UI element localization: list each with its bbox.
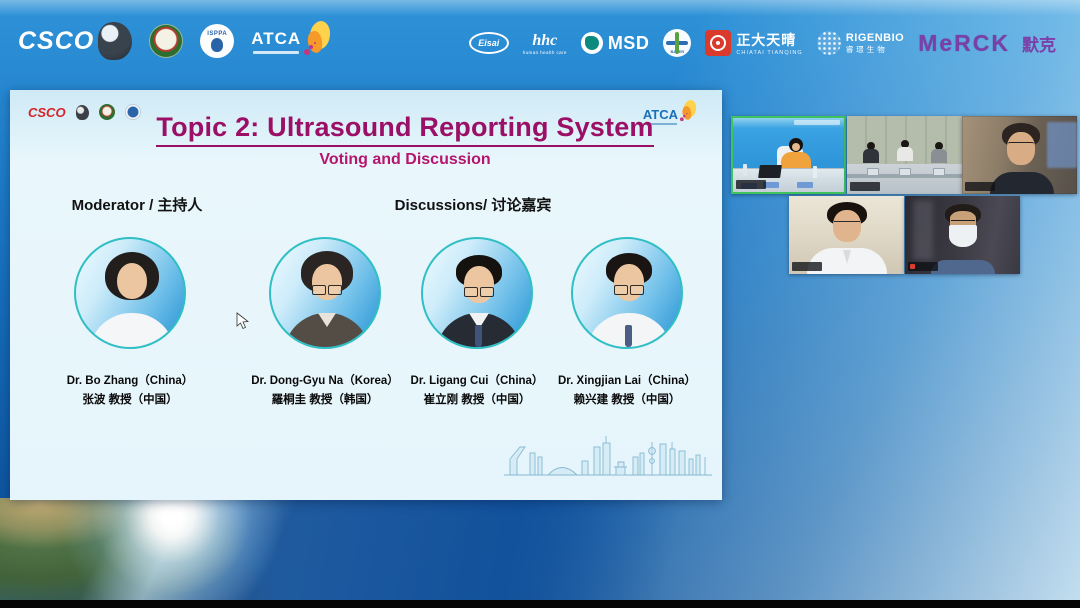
avatar-glasses	[311, 285, 343, 295]
video1-bottles	[743, 164, 747, 176]
eisai-logo: Eisai	[469, 32, 509, 54]
discussants-label: Discussions/ 讨论嘉宾	[348, 194, 598, 215]
chiatai-tianqing-logo-cn: 正大天晴	[736, 30, 803, 50]
chiatai-tianqing-logo-en: CHIATAI TIANQING	[736, 50, 803, 56]
slide-title: Topic 2: Ultrasound Reporting System	[156, 112, 653, 147]
webinar-screen: CSCO ISPPA ATCA Eisai hhc human health c…	[0, 0, 1080, 608]
msd-logo-icon	[581, 32, 603, 54]
slide-atca-flame-icon	[680, 100, 696, 125]
society-green-logo-icon	[149, 24, 183, 58]
slide-header: Topic 2: Ultrasound Reporting System Vot…	[145, 112, 665, 169]
merck-logo: MeRCK 默克	[918, 30, 1056, 57]
avatar-face	[117, 263, 147, 299]
participant-video-5[interactable]	[905, 196, 1020, 274]
csco-logo: CSCO	[18, 22, 132, 60]
chiatai-tianqing-logo: 正大天晴 CHIATAI TIANQING	[705, 30, 803, 56]
video2-laptop	[899, 168, 911, 176]
slide-csco-painter-icon	[76, 105, 89, 120]
atca-logo: ATCA	[251, 21, 330, 61]
bottom-letterbox-bar	[0, 600, 1080, 608]
atca-flame-icon	[304, 21, 330, 61]
name-cn: 张波 教授（中国）	[30, 391, 230, 407]
video5-man-jacket	[931, 260, 995, 274]
mic-muted-icon	[910, 264, 915, 269]
slide-society-green-logo-icon	[99, 104, 115, 120]
video3-man-shirt	[990, 172, 1054, 194]
panelist-name-bo-zhang: Dr. Bo Zhang（China） 张波 教授（中国）	[30, 372, 230, 407]
city-skyline-graphic	[502, 430, 714, 480]
header-right-logos: Eisai hhc human health care MSD BAYER 正大…	[469, 26, 1056, 60]
merck-logo-cn: 默克	[1022, 31, 1056, 56]
avatar-bo-zhang	[74, 237, 186, 349]
rigenbio-logo-text: RIGENBIO	[846, 32, 904, 44]
video2-attendee-figure	[895, 140, 915, 166]
video2-name-tag	[850, 182, 880, 191]
video1-laptop	[758, 165, 782, 178]
header-left-logos: CSCO ISPPA ATCA	[18, 18, 330, 64]
video5-face-mask	[949, 225, 977, 247]
csco-painter-icon	[98, 22, 132, 60]
panelist-name-xingjian-lai: Dr. Xingjian Lai（China） 赖兴建 教授（中国）	[527, 372, 727, 407]
csco-logo-text: CSCO	[18, 27, 94, 56]
avatar-glasses	[613, 285, 645, 295]
name-cn: 赖兴建 教授（中国）	[527, 391, 727, 407]
presentation-slide: CSCO ATCA Topic 2: Ultrasound Reporting …	[10, 90, 722, 500]
slide-isppa-logo-icon	[125, 104, 141, 120]
video4-name-tag	[792, 262, 822, 271]
msd-logo: MSD	[581, 32, 650, 54]
video5-name-tag	[908, 262, 938, 271]
avatar-glasses	[463, 287, 495, 297]
avatar-dong-gyu-na	[269, 237, 381, 349]
avatar-tie	[475, 325, 482, 347]
isppa-emblem-icon	[211, 38, 223, 52]
avatar-face	[614, 264, 644, 301]
video4-glasses	[834, 221, 860, 228]
hhc-logo-subtext: human health care	[523, 50, 567, 55]
participant-video-2[interactable]	[847, 116, 962, 194]
name-en: Dr. Xingjian Lai（China）	[527, 372, 727, 388]
participant-video-1[interactable]	[731, 116, 846, 194]
top-glow-strip	[0, 0, 1080, 16]
avatar-xingjian-lai	[571, 237, 683, 349]
video2-laptop	[933, 168, 945, 176]
participant-video-4[interactable]	[789, 196, 904, 274]
avatar-white-coat	[89, 313, 175, 349]
video3-name-tag	[965, 182, 995, 191]
hhc-logo: hhc human health care	[523, 32, 567, 55]
video2-laptop	[867, 168, 879, 176]
video3-glasses	[1008, 142, 1034, 149]
slide-csco-logo-text: CSCO	[28, 105, 66, 120]
slide-subtitle: Voting and Discussion	[145, 151, 665, 169]
slide-logo-row: CSCO	[28, 104, 141, 120]
mouse-cursor-icon	[236, 312, 249, 330]
avatar-tie	[625, 325, 632, 347]
bayer-cross-logo-icon: BAYER	[663, 29, 691, 57]
hhc-logo-text: hhc	[532, 32, 557, 50]
msd-logo-text: MSD	[608, 33, 650, 54]
video1-name-tag	[736, 180, 766, 189]
video5-background-highlight	[913, 200, 933, 260]
video3-blue-window	[1047, 122, 1077, 168]
avatar-jacket	[284, 313, 370, 349]
chiatai-tianqing-logo-icon	[705, 30, 731, 56]
isppa-logo-text: ISPPA	[207, 31, 227, 37]
earth-from-space-graphic	[0, 498, 740, 600]
avatar-ligang-cui	[421, 237, 533, 349]
rigenbio-globe-icon	[817, 31, 841, 55]
merck-logo-text: MeRCK	[918, 30, 1010, 57]
bayer-logo-text: BAYER	[663, 49, 691, 54]
video1-wall-banner	[794, 120, 840, 125]
moderator-label: Moderator / 主持人	[30, 194, 244, 215]
participant-video-3[interactable]	[962, 116, 1077, 194]
name-en: Dr. Bo Zhang（China）	[30, 372, 230, 388]
avatar-face	[464, 266, 494, 303]
rigenbio-logo-cn: 睿璟生物	[846, 44, 904, 55]
atca-logo-text: ATCA	[251, 29, 301, 49]
atca-logo-subline	[253, 51, 299, 54]
isppa-logo-icon: ISPPA	[200, 24, 234, 58]
rigenbio-logo: RIGENBIO 睿璟生物	[817, 31, 904, 55]
